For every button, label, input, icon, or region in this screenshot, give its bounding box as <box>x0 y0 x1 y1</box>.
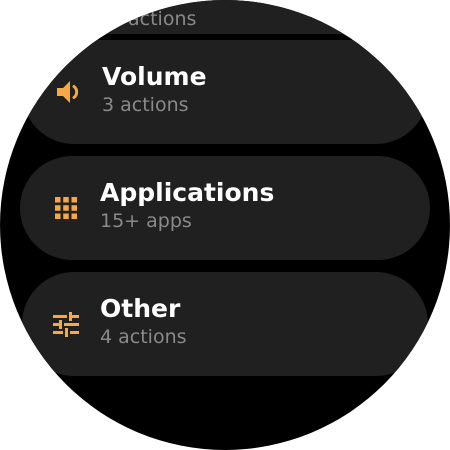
list-item-volume[interactable]: Volume 3 actions <box>22 40 428 144</box>
list-item-subtitle: actions <box>128 8 197 30</box>
actions-list[interactable]: actions Volume 3 actions Applications 15… <box>0 0 450 450</box>
list-item-partial[interactable]: actions <box>30 0 420 34</box>
sliders-icon <box>50 308 82 340</box>
list-item-texts: actions <box>128 6 196 32</box>
volume-icon <box>54 76 86 108</box>
list-item-title: Applications <box>100 178 275 207</box>
list-item-texts: Volume 3 actions <box>102 62 207 118</box>
list-item-texts: Applications 15+ apps <box>100 178 274 234</box>
list-item-subtitle: 15+ apps <box>100 210 192 232</box>
list-item-texts: Other 4 actions <box>100 294 187 350</box>
list-item-other[interactable]: Other 4 actions <box>22 272 428 376</box>
list-item-subtitle: 3 actions <box>102 94 189 116</box>
list-item-applications[interactable]: Applications 15+ apps <box>20 156 430 260</box>
list-item-title: Volume <box>102 62 207 91</box>
list-item-subtitle: 4 actions <box>100 326 187 348</box>
watch-screen: actions Volume 3 actions Applications 15… <box>0 0 450 450</box>
list-item-title: Other <box>100 294 181 323</box>
apps-grid-icon <box>50 192 82 224</box>
